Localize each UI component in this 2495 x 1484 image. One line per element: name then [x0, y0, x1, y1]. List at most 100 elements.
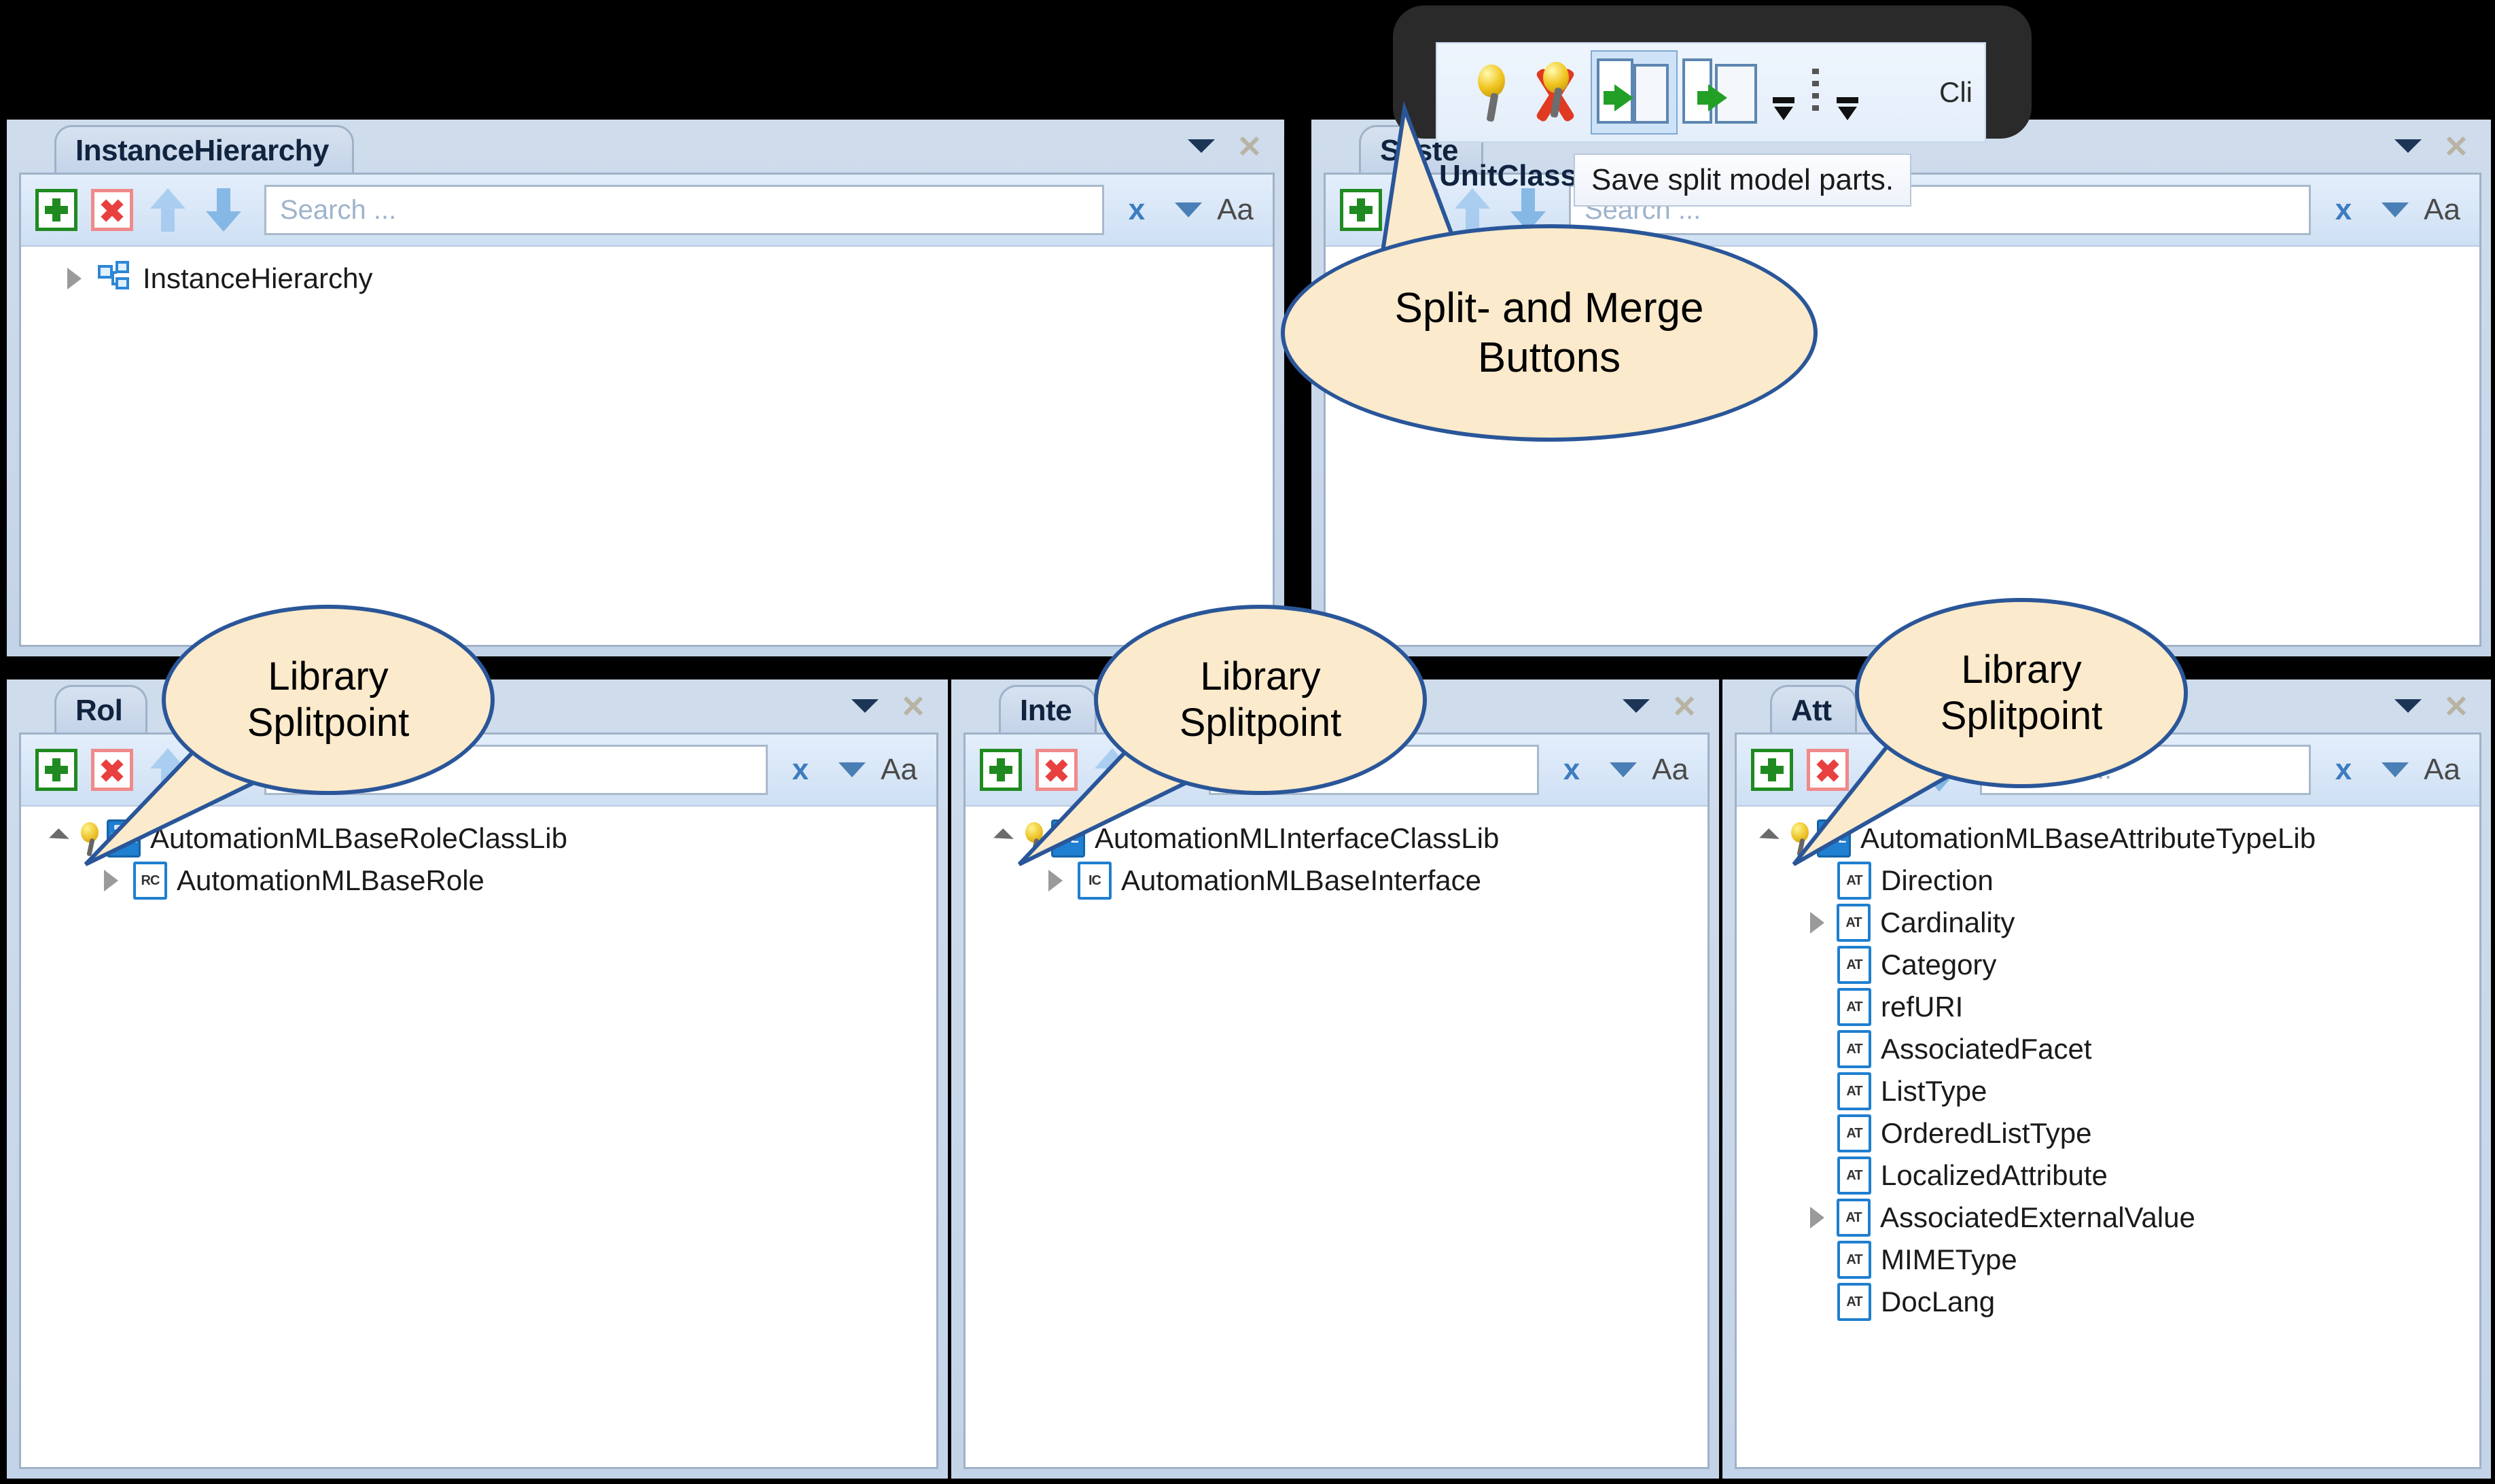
- attribute-type-icon: AT: [1837, 1199, 1871, 1237]
- pin-icon: [1460, 55, 1525, 130]
- expander-open-icon[interactable]: [1759, 828, 1780, 849]
- tree-instance-hierarchy[interactable]: InstanceHierarchy: [21, 248, 1273, 645]
- match-case-button[interactable]: Aa: [881, 753, 925, 787]
- chevron-down-icon[interactable]: [851, 699, 879, 713]
- panel-body: Search ... x Aa InstanceHierarchy: [19, 173, 1275, 647]
- tab-instance-hierarchy[interactable]: InstanceHierarchy: [54, 125, 355, 175]
- tree-row[interactable]: AT ListType: [1737, 1070, 2479, 1112]
- add-button[interactable]: [1748, 745, 1797, 794]
- close-icon[interactable]: [1238, 135, 1261, 158]
- split-model-icon: [1594, 54, 1674, 130]
- tab-role-class-lib[interactable]: Rol: [54, 685, 148, 735]
- delete-button[interactable]: [1032, 745, 1081, 794]
- tree-row[interactable]: AT refURI: [1737, 986, 2479, 1028]
- clear-search-button[interactable]: x: [1114, 193, 1160, 227]
- search-input[interactable]: Search ...: [264, 185, 1104, 235]
- attribute-type-icon: AT: [1837, 1156, 1871, 1195]
- chevron-down-icon[interactable]: [2394, 699, 2422, 713]
- delete-button[interactable]: [88, 745, 137, 794]
- move-up-button[interactable]: [143, 186, 192, 234]
- attribute-type-icon: AT: [1837, 946, 1871, 984]
- expander-closed-icon[interactable]: [1810, 912, 1824, 934]
- match-case-button[interactable]: Aa: [2424, 193, 2469, 227]
- tab-actions: [1188, 135, 1261, 158]
- tree-row-label: OrderedListType: [1881, 1117, 2092, 1149]
- callout-bubble: Library Splitpoint: [1855, 598, 2188, 788]
- cross-icon: [1807, 749, 1849, 791]
- callout-line-2: Splitpoint: [1179, 701, 1342, 745]
- expander-closed-icon[interactable]: [104, 870, 118, 891]
- delete-button[interactable]: [88, 186, 137, 234]
- toolbar-overflow-icon-2[interactable]: [1828, 55, 1866, 130]
- match-case-button[interactable]: Aa: [2424, 753, 2469, 787]
- tree-row[interactable]: AT LocalizedAttribute: [1737, 1154, 2479, 1197]
- attribute-type-icon: AT: [1837, 904, 1871, 942]
- expander-closed-icon[interactable]: [67, 268, 82, 289]
- chevron-down-icon[interactable]: [1623, 699, 1650, 713]
- tree-row-label: ListType: [1881, 1075, 1987, 1107]
- search-options-chevron-icon[interactable]: [1610, 762, 1638, 777]
- callout-library-splitpoint-2: Library Splitpoint: [1017, 605, 1434, 866]
- search-options-chevron-icon[interactable]: [1175, 202, 1203, 217]
- clear-search-button[interactable]: x: [1549, 753, 1595, 787]
- move-down-button[interactable]: [199, 186, 248, 234]
- tree-row-label: InstanceHierarchy: [143, 262, 373, 294]
- cross-icon: [91, 189, 133, 231]
- expander-closed-icon[interactable]: [1048, 870, 1063, 891]
- chevron-down-icon[interactable]: [1188, 139, 1215, 153]
- search-options-chevron-icon[interactable]: [2382, 762, 2409, 777]
- tree-row[interactable]: AT AssociatedFacet: [1737, 1028, 2479, 1070]
- expander-open-icon[interactable]: [993, 828, 1014, 849]
- clear-search-button[interactable]: x: [2320, 753, 2367, 787]
- tab-attribute-type-lib[interactable]: Att: [1770, 685, 1857, 735]
- callout-bubble: Library Splitpoint: [162, 605, 495, 795]
- tab-actions: [851, 694, 925, 718]
- add-button[interactable]: [976, 745, 1025, 794]
- tree-row[interactable]: AT DocLang: [1737, 1281, 2479, 1323]
- chevron-down-icon[interactable]: [2394, 139, 2422, 153]
- close-icon[interactable]: [902, 694, 925, 718]
- remove-splitpoint-button[interactable]: [1525, 55, 1591, 130]
- plus-icon: [35, 749, 77, 791]
- tree-row-label: MIMEType: [1881, 1243, 2017, 1275]
- save-split-model-button[interactable]: [1591, 50, 1678, 135]
- arrow-up-icon: [149, 188, 187, 232]
- tree-row[interactable]: InstanceHierarchy: [21, 258, 1273, 300]
- tree-row[interactable]: AT OrderedListType: [1737, 1112, 2479, 1154]
- tab-system-unit-class-lib-continued: UnitClassL: [1439, 159, 1595, 192]
- tree-row-label: AssociatedFacet: [1881, 1033, 2092, 1065]
- tree-row[interactable]: AT AssociatedExternalValue: [1737, 1197, 2479, 1239]
- tree-attribute-type-lib[interactable]: ATL AutomationMLBaseAttributeTypeLib AT …: [1737, 808, 2479, 1467]
- add-button[interactable]: [32, 745, 81, 794]
- close-icon[interactable]: [2445, 135, 2468, 158]
- clear-search-button[interactable]: x: [2320, 193, 2367, 227]
- delete-button[interactable]: [1803, 745, 1852, 794]
- tree-row[interactable]: AT Category: [1737, 944, 2479, 986]
- search-options-chevron-icon[interactable]: [838, 762, 866, 777]
- clear-search-button[interactable]: x: [777, 753, 824, 787]
- close-icon[interactable]: [2445, 694, 2468, 718]
- tree-row-label: DocLang: [1881, 1286, 1996, 1318]
- merge-model-button[interactable]: [1678, 55, 1765, 130]
- tree-role-class-lib[interactable]: RCL AutomationMLBaseRoleClassLib RC Auto…: [21, 808, 936, 1467]
- tab-interface-class-lib[interactable]: Inte: [999, 685, 1097, 735]
- expander-closed-icon[interactable]: [1810, 1207, 1824, 1229]
- match-case-button[interactable]: Aa: [1652, 753, 1697, 787]
- attribute-type-icon: AT: [1837, 988, 1871, 1026]
- add-splitpoint-button[interactable]: [1460, 55, 1525, 130]
- tree-row[interactable]: AT MIMEType: [1737, 1239, 2479, 1281]
- close-icon[interactable]: [1673, 694, 1696, 718]
- toolbar-overflow-icon[interactable]: [1765, 55, 1803, 130]
- callout-library-splitpoint-3: Library Splitpoint: [1792, 598, 2195, 866]
- tree-interface-class-lib[interactable]: ICL AutomationMLInterfaceClassLib IC Aut…: [966, 808, 1707, 1467]
- match-case-button[interactable]: Aa: [1217, 193, 1262, 227]
- toolbar-grip[interactable]: [1812, 69, 1819, 116]
- callout-line-1: Library: [1961, 647, 2082, 692]
- add-button[interactable]: [32, 186, 81, 234]
- arrow-down-icon: [205, 188, 243, 232]
- expander-open-icon[interactable]: [49, 828, 69, 849]
- tree-row[interactable]: AT Cardinality: [1737, 902, 2479, 944]
- tabstrip: InstanceHierarchy: [7, 120, 1284, 175]
- search-options-chevron-icon[interactable]: [2382, 202, 2409, 217]
- search-placeholder: Search ...: [280, 194, 397, 225]
